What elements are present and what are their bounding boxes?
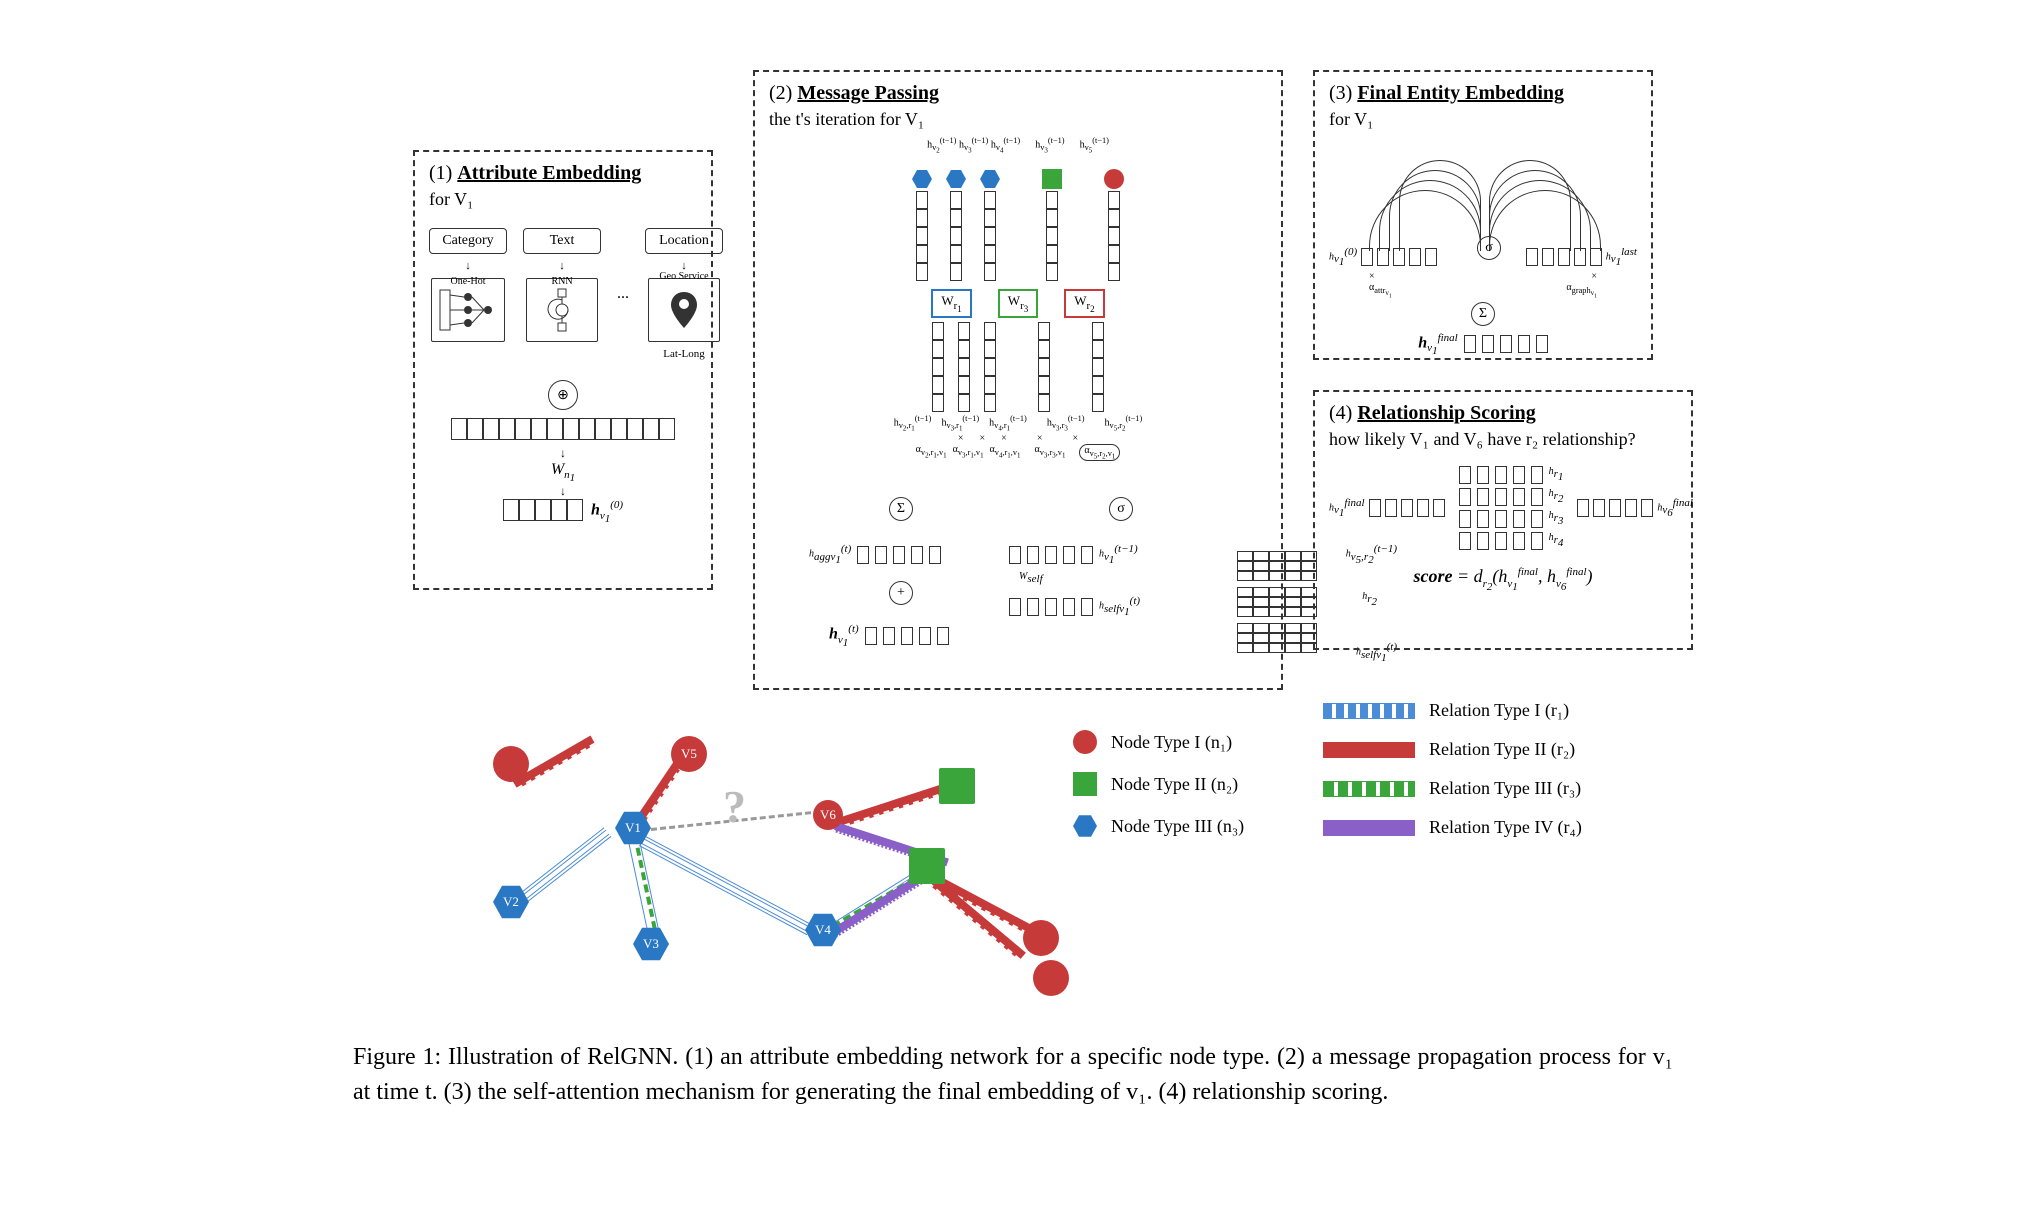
sigma-op: σ [1109,497,1133,521]
legend-rel1: Relation Type I (r₁) [1429,700,1569,721]
node-v5: V5 [671,736,707,772]
arcs: σ [1329,150,1637,270]
encoder-onehot-label: One-Hot [451,276,486,287]
encoder-onehot: One-Hot [431,278,505,342]
sum-op3: Σ [1471,302,1495,326]
panel-attribute-embedding: (1) Attribute Embedding for V₁ Category … [413,150,713,590]
legend-rel4: Relation Type IV (r₄) [1429,817,1582,838]
W-r1: Wr1 [931,289,971,318]
panel4-sub: how likely V₁ and V₆ have r₂ relationshi… [1329,429,1677,450]
panel3-num: (3) [1329,82,1352,104]
node-green2 [939,768,975,804]
h0-label: hv1(0) [591,499,623,525]
hagg-label: haggv1(t) [809,543,851,566]
hself-label: hselfv1(t) [1099,595,1140,618]
W-r3: Wr3 [998,289,1038,318]
panel-final-embedding: (3) Final Entity Embedding for V₁ σ hv1(… [1313,70,1653,360]
panel2-title-text: Message Passing [797,82,939,104]
hfinal-label: hv1final [1418,332,1457,358]
sigma-op3: σ [1477,236,1501,260]
panel4-num: (4) [1329,402,1352,424]
W-r2: Wr2 [1064,289,1104,318]
legend-node2: Node Type II (n₂) [1111,774,1238,795]
feature-text: Text [523,228,601,254]
alpha-row: αv2,r1,v1 αv3,r1,v1 αv4,r1,v1 αv3,r3,v1 … [769,444,1267,462]
feature-location: Location [645,228,723,254]
score-formula: score = dr2(hv1final, hv6final) [1329,566,1677,593]
legend-rel2: Relation Type II (r₂) [1429,739,1575,760]
encoder-rnn-label: RNN [551,276,572,287]
legend-node1: Node Type I (n₁) [1111,732,1232,753]
panel4-title-text: Relationship Scoring [1357,402,1535,424]
node-red3 [1033,960,1069,996]
rnn-icon [542,285,582,335]
figure-caption: Figure 1: Illustration of RelGNN. (1) an… [353,1040,1673,1110]
node-red1 [493,746,529,782]
panel3-title: (3) Final Entity Embedding [1329,82,1637,105]
hv1final-label: hv1final [1329,497,1365,520]
hv1t-label: hv1(t) [829,623,859,649]
hr-stack: hr1 hr2 hr3 hr4 [1459,466,1564,550]
sum-op: Σ [889,497,913,521]
panel-scoring: (4) Relationship Scoring how likely V₁ a… [1313,390,1693,650]
features-ellipsis: ... [617,285,629,303]
concat-op: ⊕ [548,380,578,410]
panel-message-passing: (2) Message Passing the t's iteration fo… [753,70,1283,690]
Wself-label: Wself [1019,571,1043,585]
legend-rel3: Relation Type III (r₃) [1429,778,1581,799]
mult-row: ××× × × [769,433,1267,444]
geo-pin-icon [669,290,699,330]
panel1-sub: for V₁ [429,189,697,210]
panel2-sub: the t's iteration for V₁ [769,109,1267,130]
legend-node3: Node Type III (n₃) [1111,816,1244,837]
panel4-title: (4) Relationship Scoring [1329,402,1677,425]
encoder-rnn: RNN [526,278,598,342]
node-v6: V6 [813,800,843,830]
panel3-title-text: Final Entity Embedding [1357,82,1564,104]
node-v3: V3 [633,926,669,962]
encoder-geo-label: Geo Service [659,271,708,282]
node-red2 [1023,920,1059,956]
mp-top-labels: hv2(t−1) hv3(t−1) hv4(t−1) hv3(t−1) hv5(… [769,136,1267,155]
panel1-title-text: Attribute Embedding [457,162,641,184]
concat-vector [429,418,697,440]
plus-op: + [889,581,913,605]
panel1-num: (1) [429,162,452,184]
panel2-num: (2) [769,82,792,104]
feature-category: Category [429,228,507,254]
panel3-sub: for V₁ [1329,109,1637,130]
nn-icon [438,285,498,335]
panel1-title: (1) Attribute Embedding [429,162,697,185]
hv6final-label: hv6final [1657,497,1693,520]
node-v4: V4 [805,912,841,948]
panel2-title: (2) Message Passing [769,82,1267,105]
proj-labels: hv2,r1(t−1) hv3,r1(t−1) hv4,r1(t−1) hv3,… [769,414,1267,433]
encoder-geo: Geo Service [648,278,720,342]
question-mark: ? [723,780,746,833]
node-green1 [909,848,945,884]
latlong-label: Lat-Long [663,348,705,360]
concat-matrix [1237,551,1317,653]
graph-illustration: ? V1 V2 V3 V4 V5 V6 [453,700,1013,1000]
Wn-label: Wn1 [429,461,697,484]
h0-vector: hv1(0) [429,499,697,525]
figure-1: (1) Attribute Embedding for V₁ Category … [353,40,1673,1020]
hv1prev-label: hv1(t−1) [1099,543,1138,566]
